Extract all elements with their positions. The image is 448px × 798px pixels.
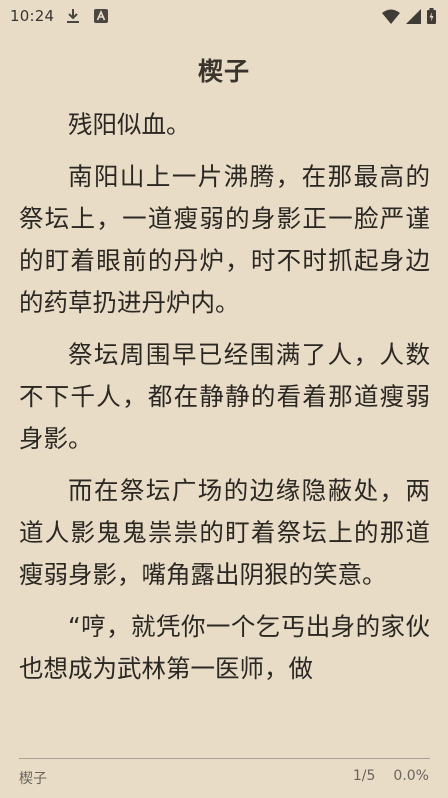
paragraph: 残阳似血。	[68, 110, 191, 139]
download-icon	[67, 9, 79, 23]
status-time: 10:24	[10, 7, 55, 25]
paragraph: 祭坛周围早已经围满了人，人数不下千人，都在静静的看着那道瘦弱身影。	[19, 340, 430, 453]
wifi-icon	[382, 9, 400, 24]
a-notification-icon	[94, 9, 108, 23]
paragraph: “哼，就凭你一个乞丐出身的家伙也想成为武林第一医师，做	[19, 612, 430, 683]
footer-chapter-title: 楔子	[19, 771, 47, 787]
signal-icon	[406, 8, 421, 24]
chapter-title: 楔子	[197, 57, 250, 86]
battery-icon	[427, 8, 436, 24]
paragraph: 而在祭坛广场的边缘隐蔽处，两道人影鬼鬼祟祟的盯着祭坛上的那道瘦弱身影，嘴角露出阴…	[19, 476, 430, 589]
footer-progress-group: 1/5 0.0%	[353, 768, 429, 784]
status-indicators	[382, 8, 436, 24]
paragraph: 南阳山上一片沸腾，在那最高的祭坛上，一道瘦弱的身影正一脸严谨的盯着眼前的丹炉，时…	[19, 162, 430, 317]
page-indicator: 1/5	[352, 768, 376, 784]
chapter-content[interactable]: 残阳似血。 南阳山上一片沸腾，在那最高的祭坛上，一道瘦弱的身影正一脸严谨的盯着眼…	[19, 104, 430, 700]
footer-divider	[19, 758, 430, 759]
reading-progress: 0.0%	[393, 768, 429, 784]
status-bar: 10:24	[0, 0, 448, 34]
